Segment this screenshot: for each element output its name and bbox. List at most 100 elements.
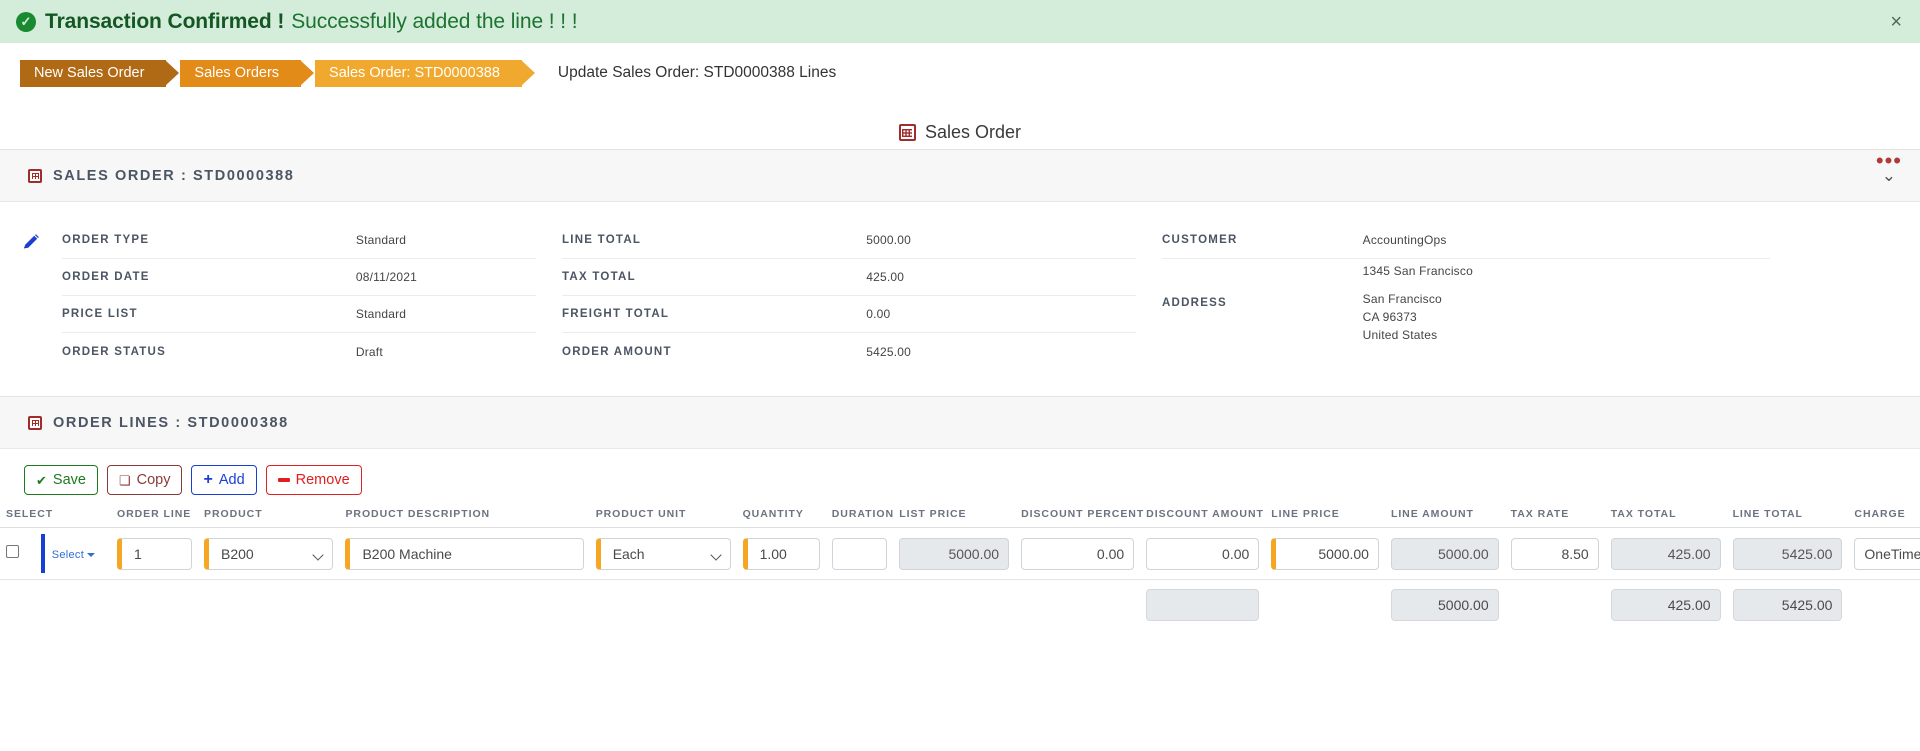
sales-order-panel-header[interactable]: SALES ORDER : STD0000388 ⌄ [0,150,1920,202]
cell-quantity: 1.00 [737,528,826,580]
breadcrumb-item-new-sales-order[interactable]: New Sales Order [20,59,180,87]
address-line: San Francisco [1362,292,1442,306]
overflow-menu-icon[interactable]: ••• [1876,150,1902,172]
duration-input[interactable] [831,537,888,570]
copy-button-label: Copy [136,472,171,488]
cell-charge: OneTime [1848,528,1920,580]
row-active-bar [40,534,45,573]
list-price-value: 5000.00 [948,545,1000,562]
field-address: ADDRESS 1345 San Francisco San Francisco… [1162,259,1770,347]
tax-rate-input[interactable]: 8.50 [1510,537,1599,570]
grid-icon [28,415,42,430]
total-line-total: 5425.00 [1732,589,1843,621]
order-line-input[interactable]: 1 [116,537,193,570]
line-price-input[interactable]: 5000.00 [1271,537,1379,570]
order-lines-panel: ORDER LINES : STD0000388 ✔ Save ❏ Copy +… [0,396,1920,627]
row-checkbox[interactable] [6,544,19,558]
breadcrumb-item-sales-orders[interactable]: Sales Orders [180,59,314,87]
minus-icon [277,478,290,482]
alert-title: Transaction Confirmed ! [45,9,285,33]
totals-row: 5000.00 425.00 5425.00 [0,580,1920,628]
field-value: Draft [355,344,383,359]
row-select-dropdown[interactable]: Select [52,549,96,561]
breadcrumb: New Sales Order Sales Orders Sales Order… [0,43,1920,103]
product-unit-value: Each [612,545,645,562]
total-discount-amount-cell [1140,580,1265,628]
breadcrumb-label: New Sales Order [34,65,145,81]
tax-total-value: 425.00 [1667,545,1711,562]
col-discount-amount: DISCOUNT AMOUNT [1146,508,1264,520]
product-select[interactable]: B200 [204,537,334,570]
field-value: 0.00 [866,307,891,321]
copy-button[interactable]: ❏ Copy [106,465,183,495]
breadcrumb-item-sales-order-detail[interactable]: Sales Order: STD0000388 [315,59,535,87]
sales-order-panel-title: SALES ORDER : STD0000388 [53,167,295,184]
col-product-description: PRODUCT DESCRIPTION [345,508,491,520]
field-label: LINE TOTAL [562,234,642,246]
field-label: ADDRESS [1162,297,1227,309]
address-line: CA 96373 [1362,310,1417,324]
discount-amount-value: 0.00 [1222,545,1250,562]
charge-select[interactable]: OneTime [1854,537,1920,570]
col-tax-rate: TAX RATE [1510,508,1570,520]
field-label: CUSTOMER [1162,234,1238,246]
field-label: PRICE LIST [62,308,138,320]
order-lines-panel-title: ORDER LINES : STD0000388 [53,414,289,431]
sales-order-panel: SALES ORDER : STD0000388 ⌄ ORDER TYPE St… [0,149,1920,396]
quantity-input[interactable]: 1.00 [742,537,820,570]
page-title: Sales Order [0,115,1920,149]
field-order-status: ORDER STATUS Draft [62,333,536,370]
edit-sales-order-button[interactable] [0,222,62,370]
line-total-input: 5425.00 [1732,537,1843,570]
total-discount-amount [1146,589,1260,621]
cell-line-amount: 5000.00 [1385,528,1505,580]
total-line-amount: 5000.00 [1390,589,1499,621]
field-value: AccountingOps [1362,233,1447,247]
line-amount-value: 5000.00 [1438,545,1489,562]
row-selected-indicator [35,528,46,580]
cell-discount-amount: 0.00 [1140,528,1265,580]
line-amount-input: 5000.00 [1390,537,1499,570]
field-order-type: ORDER TYPE Standard [62,222,536,259]
col-charge: CHARGE [1854,508,1906,520]
total-line-total-cell: 5425.00 [1727,580,1849,628]
field-customer: CUSTOMER AccountingOps [1162,222,1770,259]
remove-button[interactable]: Remove [265,465,362,495]
discount-percent-input[interactable]: 0.00 [1021,537,1135,570]
cell-product-description: B200 Machine [339,528,589,580]
col-line-price: LINE PRICE [1271,508,1340,520]
breadcrumb-current-page: Update Sales Order: STD0000388 Lines [557,64,837,81]
total-line-amount-value: 5000.00 [1438,597,1489,613]
grid-icon [28,168,42,183]
field-value: 425.00 [866,270,905,284]
col-line-total: LINE TOTAL [1732,508,1803,520]
total-tax-total: 425.00 [1610,589,1721,621]
discount-amount-input[interactable]: 0.00 [1146,537,1260,570]
sales-order-column-3: CUSTOMER AccountingOps ADDRESS 1345 San … [1162,222,1920,370]
add-button[interactable]: + Add [191,465,257,495]
field-value: 1345 San Francisco San Francisco CA 9637… [1363,262,1473,344]
close-icon[interactable]: × [1890,12,1902,32]
field-value: 08/11/2021 [355,270,418,284]
total-line-total-value: 5425.00 [1781,597,1833,613]
product-description-input[interactable]: B200 Machine [345,537,584,570]
order-lines-grid: SELECT ORDER LINE PRODUCT PRODUCT DESCRI… [0,508,1920,627]
discount-percent-value: 0.00 [1096,545,1125,562]
field-tax-total: TAX TOTAL 425.00 [562,259,1136,296]
grid-header-row: SELECT ORDER LINE PRODUCT PRODUCT DESCRI… [0,508,1920,528]
breadcrumb-label: Sales Order: STD0000388 [329,65,500,81]
field-label: ORDER AMOUNT [562,345,672,358]
field-order-date: ORDER DATE 08/11/2021 [62,259,536,296]
col-line-amount: LINE AMOUNT [1390,508,1474,520]
chevron-down-icon [87,552,96,557]
col-select: SELECT [6,508,54,520]
alert-message: Successfully added the line ! ! ! [291,9,578,33]
cell-tax-rate: 8.50 [1505,528,1605,580]
col-list-price: LIST PRICE [899,508,967,520]
save-button[interactable]: ✔ Save [24,465,98,495]
line-price-value: 5000.00 [1318,545,1369,562]
order-lines-panel-header[interactable]: ORDER LINES : STD0000388 [0,397,1920,449]
product-unit-select[interactable]: Each [595,537,731,570]
tax-total-input: 425.00 [1610,537,1721,570]
grid-icon [898,123,916,141]
